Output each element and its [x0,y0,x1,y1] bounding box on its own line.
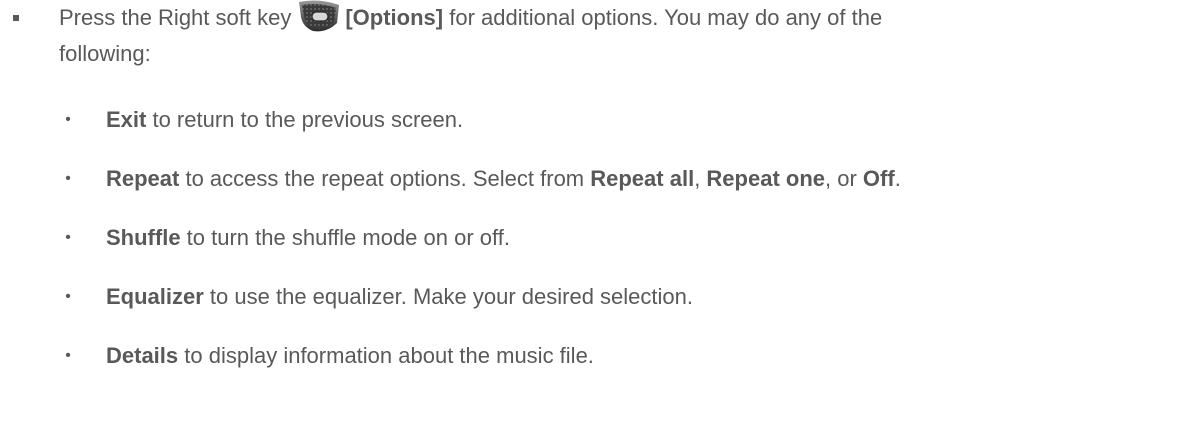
main-instruction-line1: Press the Right soft key [Options] for a… [59,0,882,36]
option-description: to return to the previous screen. [146,107,464,132]
option-term-details: Details [106,343,179,368]
list-item-text: Shuffle to turn the shuffle mode on or o… [106,221,510,255]
option-description: to use the equalizer. Make your desired … [203,284,693,309]
list-item-text: Repeat to access the repeat options. Sel… [106,162,901,196]
option-description: to turn the shuffle mode on or off. [180,225,510,250]
separator: , [694,166,707,191]
bullet-dot: • [65,111,71,128]
repeat-choice-all: Repeat all [590,166,695,191]
option-term-equalizer: Equalizer [106,284,204,309]
list-item-text: Equalizer to use the equalizer. Make you… [106,280,693,314]
list-item-text: Exit to return to the previous screen. [106,103,463,137]
sentence-end: . [894,166,901,191]
bullet-dot: • [65,229,71,246]
options-key-label: [Options] [345,5,444,30]
main-prefix-text: Press the Right soft key [59,5,292,30]
option-description: to access the repeat options. Select fro… [179,166,591,191]
option-description: to display information about the music f… [178,343,594,368]
main-instruction-line2: following: [59,41,151,66]
option-term-exit: Exit [106,107,147,132]
repeat-choice-one: Repeat one [706,166,826,191]
main-bullet [13,15,19,21]
bullet-dot: • [65,347,71,364]
repeat-choice-off: Off [862,166,895,191]
main-suffix-text: for additional options. You may do any o… [449,5,883,30]
right-soft-key-icon [297,0,341,33]
option-term-repeat: Repeat [106,166,180,191]
separator: , or [825,166,863,191]
option-term-shuffle: Shuffle [106,225,181,250]
list-item-text: Details to display information about the… [106,339,594,373]
bullet-dot: • [65,288,71,305]
bullet-dot: • [65,170,71,187]
